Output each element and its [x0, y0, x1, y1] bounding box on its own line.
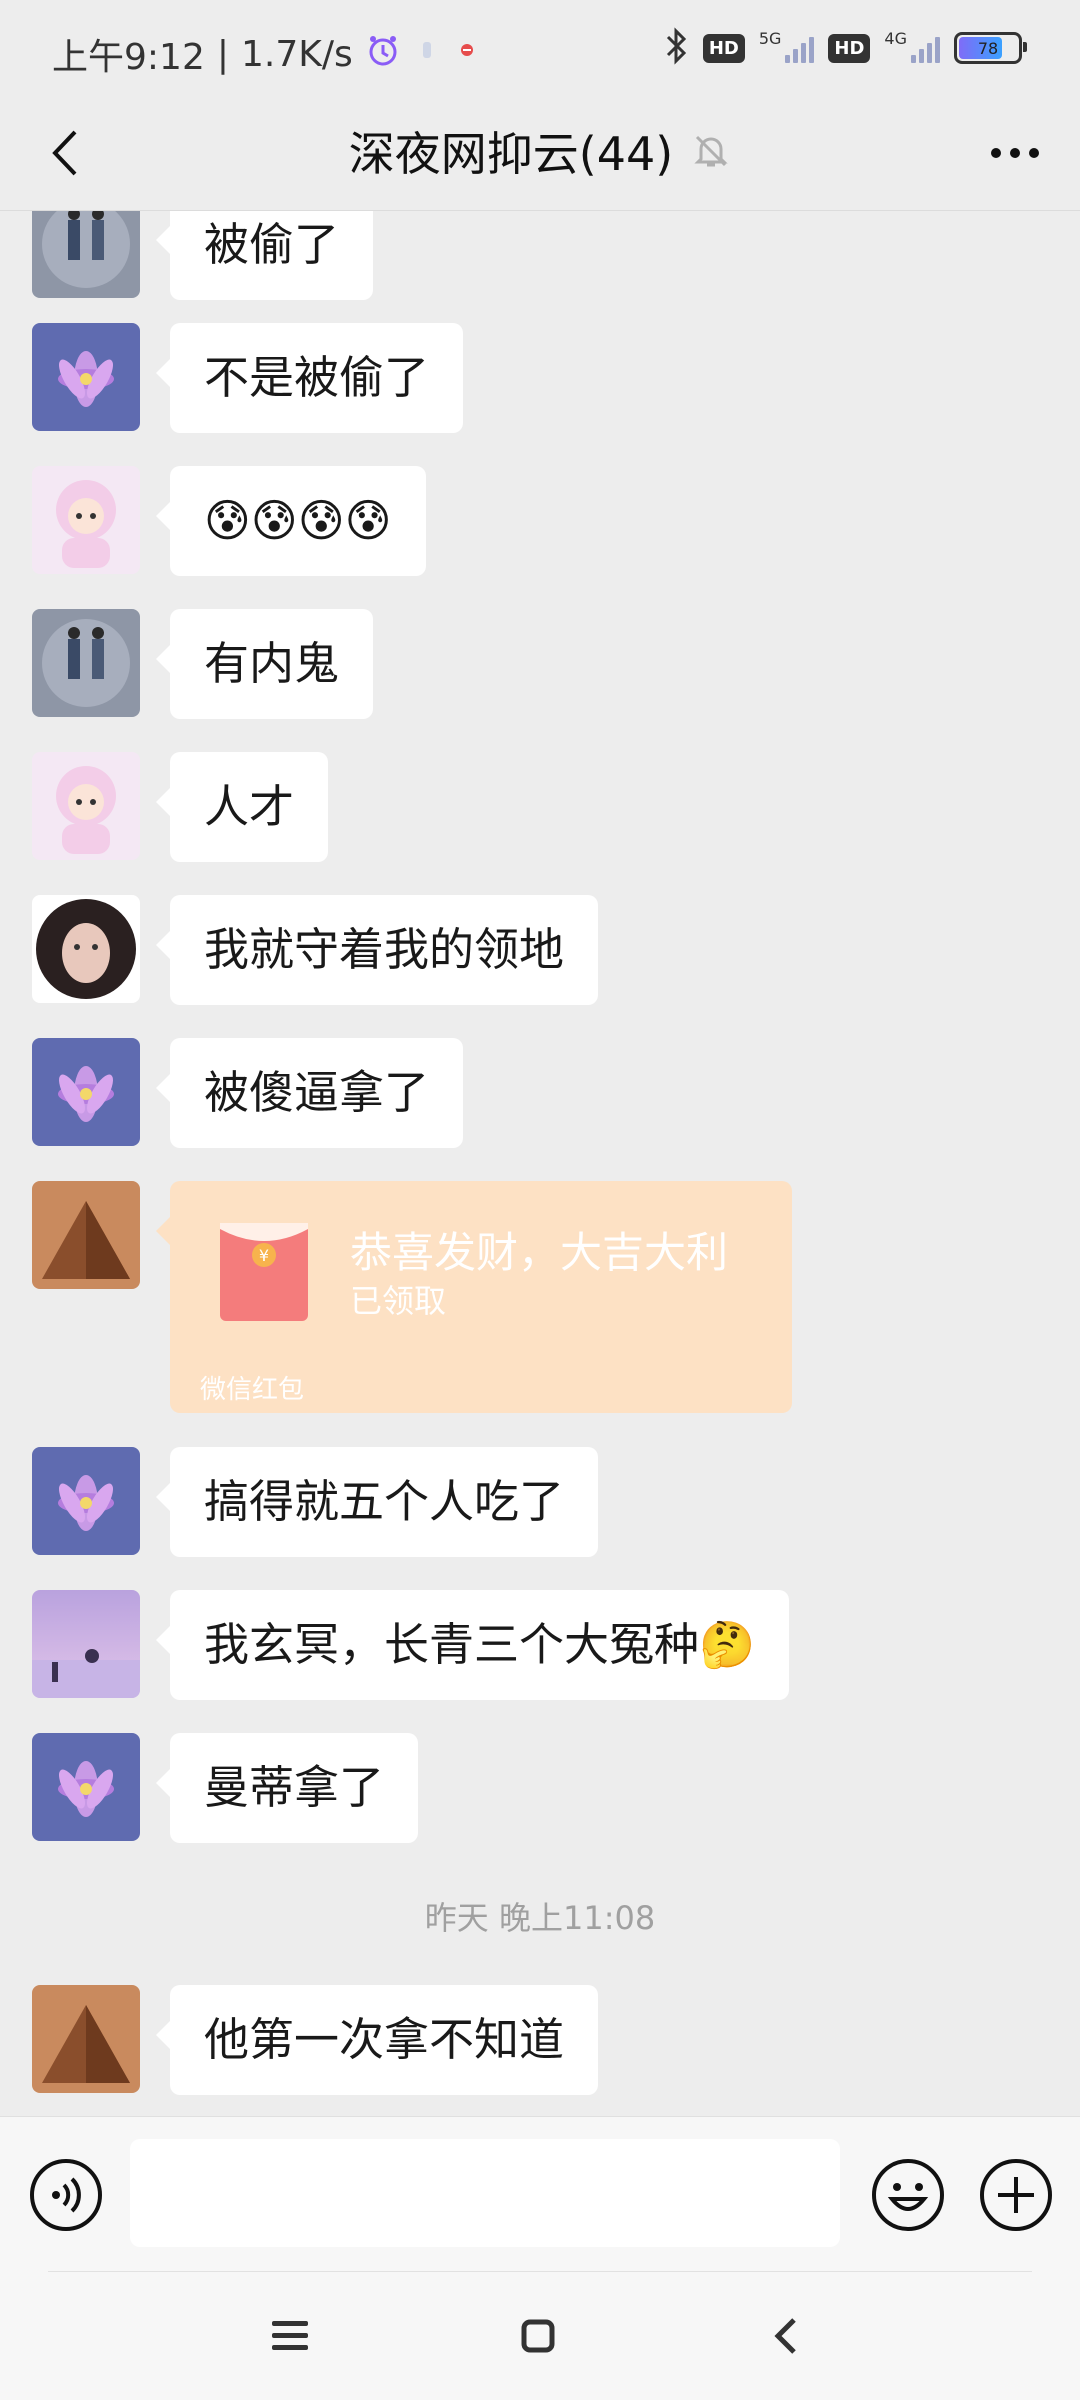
message-bubble[interactable]: 有内鬼 [155, 609, 374, 719]
nav-back-button[interactable] [756, 2306, 816, 2366]
avatar-anime[interactable] [32, 752, 140, 860]
chat-area[interactable]: 被偷了 不是被偷了 😰😰😰😰 有内鬼 人才 我就守着我的领地 被傻逼拿了 ¥ 恭… [0, 211, 1080, 2116]
avatar-couple[interactable] [32, 609, 140, 717]
status-bar: 上午9:12 | 1.7K/s HD 5G HD 4G 78 [0, 0, 1080, 100]
emoji-icon [872, 2159, 944, 2231]
input-bar [0, 2116, 1080, 2273]
red-packet-title: 恭喜发财，大吉大利 [350, 1228, 729, 1277]
more-icon [991, 148, 1039, 158]
chat-timestamp: 昨天 晚上11:08 [424, 1899, 656, 1937]
home-icon [521, 2319, 555, 2353]
home-button[interactable] [508, 2306, 568, 2366]
status-net-speed: 1.7K/s [240, 33, 353, 75]
notification-icon [453, 32, 481, 77]
red-packet-status: 已领取 [350, 1282, 447, 1320]
red-packet-label: 微信红包 [200, 1375, 305, 1405]
message-bubble[interactable]: 被偷了 [155, 211, 374, 300]
avatar-girl[interactable] [32, 895, 140, 1003]
emoji-button[interactable] [870, 2157, 946, 2233]
hd-badge: HD [828, 33, 871, 63]
avatar-anime[interactable] [32, 466, 140, 574]
plus-icon [980, 2159, 1052, 2231]
status-separator: | [216, 33, 229, 75]
signal-icon [911, 33, 940, 63]
back-icon [774, 2318, 796, 2354]
chat-header: 深夜网抑云(44) [0, 100, 1080, 210]
message-bubble[interactable]: 我玄冥，长青三个大冤种🤔 [155, 1590, 790, 1700]
avatar-pyramid[interactable] [32, 1985, 140, 2093]
alarm-icon [365, 32, 401, 77]
red-packet-message[interactable]: ¥ 恭喜发财，大吉大利 已领取 微信红包 [156, 1181, 792, 1413]
status-time: 上午9:12 [52, 37, 205, 78]
chat-title: 深夜网抑云(44) [348, 127, 674, 181]
avatar-lotus[interactable] [32, 1038, 140, 1146]
network-type: 4G [884, 28, 907, 48]
system-nav-bar [0, 2272, 1080, 2400]
battery-icon: 78 [954, 32, 1027, 64]
hd-badge: HD [702, 33, 745, 63]
message-bubble[interactable]: 被傻逼拿了 [155, 1038, 464, 1148]
message-bubble[interactable]: 😰😰😰😰 [156, 466, 426, 576]
message-bubble[interactable]: 我就守着我的领地 [155, 895, 599, 1005]
avatar-pyramid[interactable] [32, 1181, 140, 1289]
plus-button[interactable] [978, 2157, 1054, 2233]
menu-button[interactable] [262, 2306, 322, 2366]
avatar-couple[interactable] [32, 211, 140, 298]
voice-icon [30, 2159, 102, 2231]
message-bubble[interactable]: 不是被偷了 [155, 323, 464, 433]
avatar-lotus[interactable] [32, 1447, 140, 1555]
avatar-sunset[interactable] [32, 1590, 140, 1698]
notification-icon [413, 32, 441, 77]
message-bubble[interactable]: 曼蒂拿了 [155, 1733, 419, 1843]
message-bubble[interactable]: 人才 [155, 752, 329, 862]
battery-level: 78 [977, 38, 999, 58]
message-input[interactable] [130, 2139, 840, 2247]
red-envelope-icon: ¥ [220, 1223, 308, 1321]
avatar-lotus[interactable] [32, 323, 140, 431]
svg-text:¥: ¥ [259, 1246, 269, 1265]
more-button[interactable] [980, 118, 1050, 188]
bell-off-icon [694, 135, 728, 167]
avatar-lotus[interactable] [32, 1733, 140, 1841]
signal-icon [785, 33, 815, 63]
message-bubble[interactable]: 他第一次拿不知道 [155, 1985, 599, 2095]
voice-button[interactable] [28, 2157, 104, 2233]
network-type: 5G [758, 28, 782, 48]
bluetooth-icon [663, 26, 689, 70]
message-bubble[interactable]: 搞得就五个人吃了 [155, 1447, 599, 1557]
menu-icon [272, 2321, 308, 2350]
